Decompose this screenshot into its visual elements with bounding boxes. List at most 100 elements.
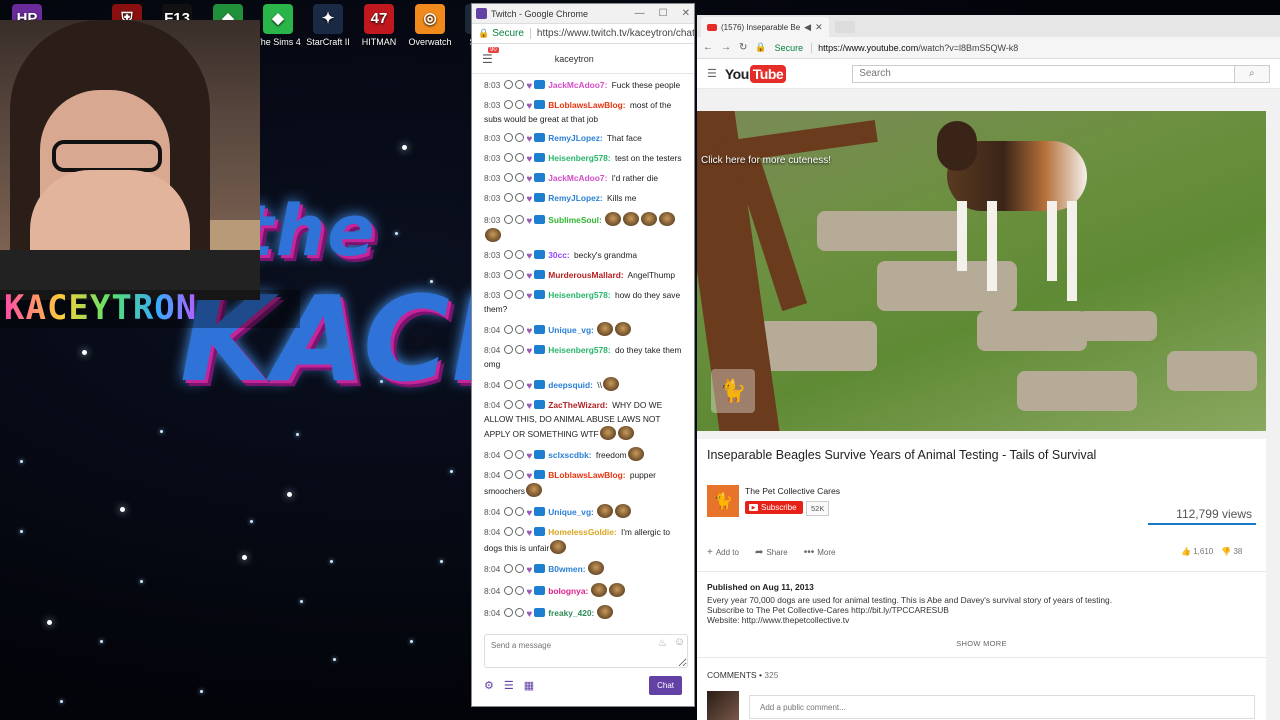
channel-name[interactable]: The Pet Collective Cares xyxy=(745,486,840,496)
chat-username[interactable]: Unique_vg: xyxy=(548,325,594,335)
close-icon[interactable]: ✕ xyxy=(682,8,690,19)
gift-icon[interactable]: ▦ xyxy=(524,679,534,692)
chat-address-bar[interactable]: 🔒 Secure https://www.twitch.tv/kaceytron… xyxy=(472,24,694,44)
chat-username[interactable]: HomelessGoldie: xyxy=(548,527,616,537)
desktop-shortcut[interactable]: ✦ StarCraft II xyxy=(303,4,353,47)
add-to-button[interactable]: + Add to xyxy=(707,547,739,558)
ban-icon[interactable] xyxy=(504,470,514,479)
viewer-list-button-icon[interactable]: ☰ xyxy=(504,679,514,692)
ban-icon[interactable] xyxy=(504,564,514,573)
dislike-button[interactable]: 👎 38 xyxy=(1221,547,1242,556)
timeout-icon[interactable] xyxy=(515,270,525,279)
ban-icon[interactable] xyxy=(504,450,514,459)
timeout-icon[interactable] xyxy=(515,290,525,299)
ban-icon[interactable] xyxy=(504,100,514,109)
ban-icon[interactable] xyxy=(504,250,514,259)
ban-icon[interactable] xyxy=(504,586,514,595)
chat-username[interactable]: Heisenberg578: xyxy=(548,153,610,163)
ban-icon[interactable] xyxy=(504,173,514,182)
channel-avatar[interactable]: 🐈 xyxy=(707,485,739,517)
ban-icon[interactable] xyxy=(504,80,514,89)
ban-icon[interactable] xyxy=(504,380,514,389)
back-arrow-icon[interactable]: ← xyxy=(703,42,713,53)
desktop-shortcut[interactable]: 47 HITMAN xyxy=(354,4,404,47)
timeout-icon[interactable] xyxy=(515,345,525,354)
tab-close-icon[interactable]: ✕ xyxy=(815,22,823,33)
timeout-icon[interactable] xyxy=(515,250,525,259)
youtube-browser-window[interactable]: (1576) Inseparable Be ◀ ✕ ← → ↻ 🔒 Secure… xyxy=(697,15,1280,720)
subscribe-button[interactable]: ▶ Subscribe xyxy=(745,501,803,514)
ban-icon[interactable] xyxy=(504,215,514,224)
ban-icon[interactable] xyxy=(504,153,514,162)
chat-url[interactable]: https://www.twitch.tv/kaceytron/chat?po xyxy=(529,28,694,39)
chat-username[interactable]: Heisenberg578: xyxy=(548,345,610,355)
emote-picker-icon[interactable]: ☺ xyxy=(674,636,685,648)
chat-username[interactable]: JackMcAdoo7: xyxy=(548,80,607,90)
timeout-icon[interactable] xyxy=(515,215,525,224)
chat-username[interactable]: JackMcAdoo7: xyxy=(548,173,607,183)
timeout-icon[interactable] xyxy=(515,527,525,536)
chat-window-titlebar[interactable]: Twitch - Google Chrome — ☐ ✕ xyxy=(472,4,694,24)
chat-username[interactable]: B0wmen: xyxy=(548,564,585,574)
ban-icon[interactable] xyxy=(504,608,514,617)
tab-audio-icon[interactable]: ◀ xyxy=(804,22,811,33)
bits-icon[interactable]: ♨ xyxy=(658,638,667,649)
chat-username[interactable]: RemyJLopez: xyxy=(548,133,602,143)
ban-icon[interactable] xyxy=(504,345,514,354)
yt-url[interactable]: https://www.youtube.com/watch?v=l8BmS5QW… xyxy=(811,42,1018,53)
settings-gear-icon[interactable]: ⚙ xyxy=(484,679,494,692)
timeout-icon[interactable] xyxy=(515,193,525,202)
chat-username[interactable]: ZacTheWizard: xyxy=(548,400,608,410)
viewer-list-icon[interactable]: ☰ 90 xyxy=(482,46,499,66)
chat-username[interactable]: Unique_vg: xyxy=(548,507,594,517)
chat-username[interactable]: sclxscdbk: xyxy=(548,450,591,460)
minimize-icon[interactable]: — xyxy=(635,8,645,19)
chat-send-button[interactable]: Chat xyxy=(649,675,682,695)
more-button[interactable]: ••• More xyxy=(804,547,836,558)
timeout-icon[interactable] xyxy=(515,153,525,162)
ban-icon[interactable] xyxy=(504,325,514,334)
timeout-icon[interactable] xyxy=(515,507,525,516)
hamburger-menu-icon[interactable]: ☰ xyxy=(707,67,717,80)
ban-icon[interactable] xyxy=(504,507,514,516)
chat-username[interactable]: SublimeSoul: xyxy=(548,215,602,225)
timeout-icon[interactable] xyxy=(515,564,525,573)
timeout-icon[interactable] xyxy=(515,80,525,89)
timeout-icon[interactable] xyxy=(515,586,525,595)
video-player[interactable]: Click here for more cuteness! 🐈 xyxy=(697,111,1266,431)
show-more-button[interactable]: SHOW MORE xyxy=(697,639,1266,648)
chat-username[interactable]: deepsquid: xyxy=(548,380,593,390)
share-button[interactable]: ➦ Share xyxy=(755,547,788,558)
desktop-shortcut[interactable]: ◎ Overwatch xyxy=(405,4,455,47)
like-button[interactable]: 👍 1,610 xyxy=(1181,547,1213,556)
ban-icon[interactable] xyxy=(504,290,514,299)
ban-icon[interactable] xyxy=(504,527,514,536)
chat-username[interactable]: Heisenberg578: xyxy=(548,290,610,300)
maximize-icon[interactable]: ☐ xyxy=(659,8,668,19)
twitch-chat-window[interactable]: Twitch - Google Chrome — ☐ ✕ 🔒 Secure ht… xyxy=(471,3,695,707)
video-annotation-link[interactable]: Click here for more cuteness! xyxy=(701,155,831,166)
chat-username[interactable]: RemyJLopez: xyxy=(548,193,602,203)
timeout-icon[interactable] xyxy=(515,133,525,142)
forward-arrow-icon[interactable]: → xyxy=(721,42,731,53)
chat-username[interactable]: freaky_420: xyxy=(548,608,594,618)
comment-input[interactable] xyxy=(749,695,1255,719)
ban-icon[interactable] xyxy=(504,270,514,279)
chat-message-list[interactable]: 8:03 ♥ JackMcAdoo7: Fuck these people 8:03 ♥… xyxy=(472,76,694,626)
chat-username[interactable]: 30cc: xyxy=(548,250,569,260)
chat-username[interactable]: bolognya: xyxy=(548,586,588,596)
desktop-shortcut[interactable]: ◆ The Sims 4 xyxy=(253,4,303,47)
chat-username[interactable]: BLoblawsLawBlog: xyxy=(548,470,625,480)
timeout-icon[interactable] xyxy=(515,100,525,109)
timeout-icon[interactable] xyxy=(515,173,525,182)
yt-search-input[interactable] xyxy=(852,64,1235,83)
timeout-icon[interactable] xyxy=(515,380,525,389)
youtube-logo[interactable]: You Tube xyxy=(725,64,787,83)
timeout-icon[interactable] xyxy=(515,470,525,479)
cat-watermark-icon[interactable]: 🐈 xyxy=(711,369,755,413)
ban-icon[interactable] xyxy=(504,133,514,142)
search-icon[interactable]: ⌕ xyxy=(1234,64,1270,83)
yt-tab[interactable]: (1576) Inseparable Be ◀ ✕ xyxy=(701,17,829,37)
timeout-icon[interactable] xyxy=(515,450,525,459)
ban-icon[interactable] xyxy=(504,400,514,409)
